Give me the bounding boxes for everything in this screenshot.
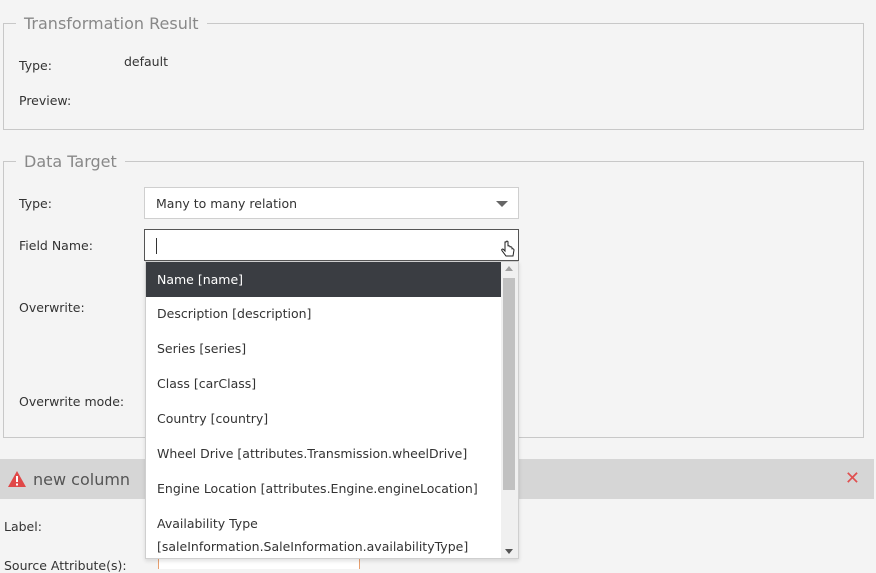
dropdown-option[interactable]: Name [name]	[146, 262, 502, 297]
result-type-label: Type:	[19, 58, 52, 73]
scroll-up-icon[interactable]	[505, 266, 513, 271]
target-type-value: Many to many relation	[156, 196, 298, 211]
transformation-result-section: Transformation Result	[3, 14, 864, 130]
dropdown-option[interactable]: Description [description]	[146, 302, 502, 325]
scroll-down-icon[interactable]	[505, 549, 513, 554]
result-type-value: default	[124, 54, 168, 69]
text-cursor	[156, 238, 157, 254]
dropdown-option[interactable]: Engine Location [attributes.Engine.engin…	[146, 477, 502, 500]
dropdown-option[interactable]: Class [carClass]	[146, 372, 502, 395]
overwrite-label: Overwrite:	[19, 300, 85, 315]
scrollbar-thumb[interactable]	[503, 278, 515, 490]
dropdown-scrollbar[interactable]	[501, 262, 518, 558]
column-title: new column	[33, 470, 131, 489]
dropdown-option-continued[interactable]: [saleInformation.SaleInformation.availab…	[146, 535, 502, 558]
field-name-label: Field Name:	[19, 238, 93, 253]
preview-label: Preview:	[19, 93, 72, 108]
transformation-result-legend: Transformation Result	[16, 14, 207, 34]
chevron-down-icon[interactable]	[496, 201, 508, 207]
dropdown-option[interactable]: Availability Type	[146, 512, 502, 535]
close-icon[interactable]: ✕	[845, 468, 860, 489]
column-label-label: Label:	[4, 519, 42, 534]
dropdown-option[interactable]: Series [series]	[146, 337, 502, 360]
dropdown-option[interactable]: Country [country]	[146, 407, 502, 430]
overwrite-mode-label: Overwrite mode:	[19, 394, 125, 409]
warning-icon	[8, 471, 26, 487]
field-name-combobox[interactable]	[144, 229, 519, 261]
hand-pointer-icon	[501, 240, 515, 257]
field-name-dropdown[interactable]: Name [name] Description [description] Se…	[145, 261, 519, 559]
dropdown-option[interactable]: Wheel Drive [attributes.Transmission.whe…	[146, 442, 502, 465]
target-type-label: Type:	[19, 196, 52, 211]
data-target-legend: Data Target	[16, 152, 125, 172]
target-type-select[interactable]: Many to many relation	[144, 187, 519, 219]
